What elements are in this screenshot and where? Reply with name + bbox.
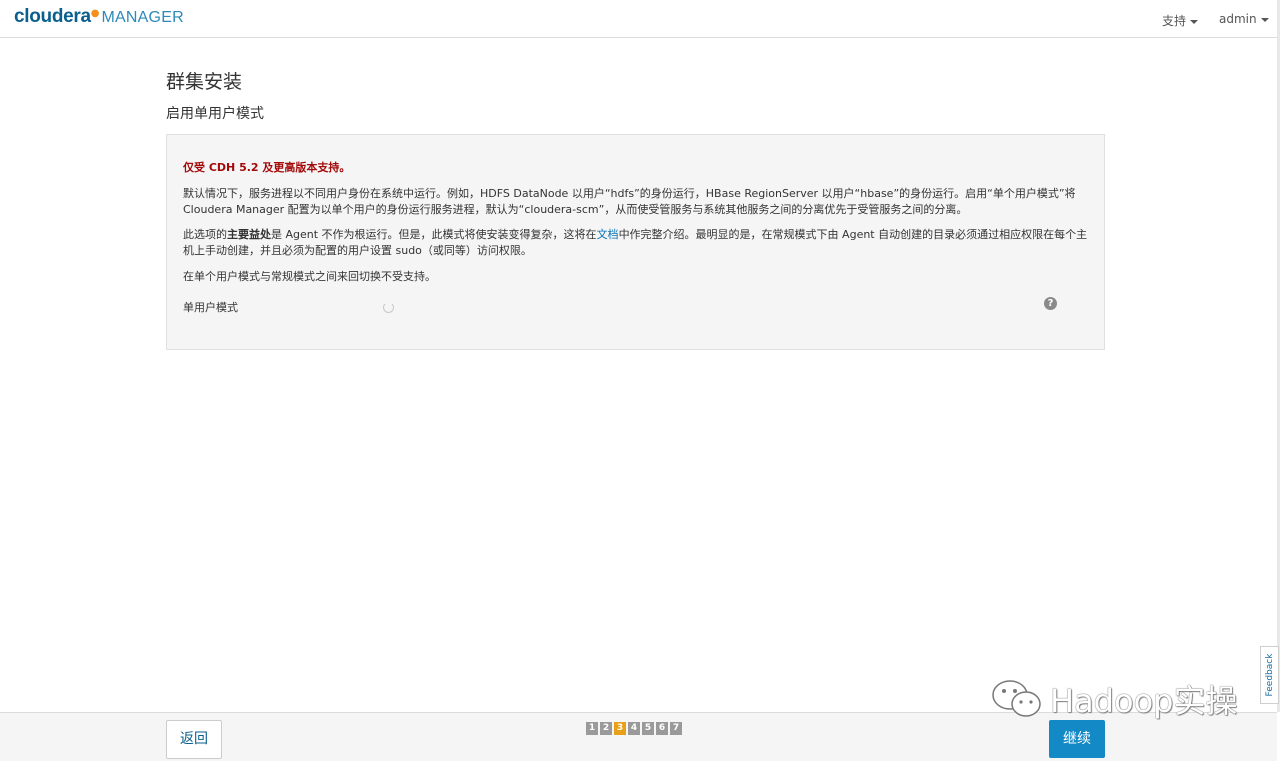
wizard-step-4[interactable]: 4 [628, 722, 640, 735]
benefit-mid: 是 Agent 不作为根运行。但是，此模式将使安装变得复杂，这将在 [271, 228, 597, 241]
wizard-step-1[interactable]: 1 [586, 722, 598, 735]
top-navbar: cloudera ● MANAGER 支持 admin [0, 0, 1277, 38]
watermark-text: Hadoop实操 [1050, 682, 1238, 720]
wizard-step-3[interactable]: 3 [614, 722, 626, 735]
back-button[interactable]: 返回 [166, 720, 222, 759]
page-subtitle: 启用单用户模式 [166, 106, 264, 122]
logo-text-secondary: MANAGER [101, 9, 184, 26]
continue-button[interactable]: 继续 [1049, 720, 1105, 758]
watermark: Hadoop实操 [990, 676, 1237, 722]
wechat-icon [990, 677, 1046, 721]
wizard-step-5[interactable]: 5 [642, 722, 654, 735]
help-icon[interactable]: ? [1044, 297, 1057, 310]
feedback-tab[interactable]: Feedback [1260, 646, 1279, 704]
wizard-steps: 1234567 [586, 722, 682, 735]
cloudera-manager-logo[interactable]: cloudera ● MANAGER [14, 6, 184, 28]
single-user-mode-label: 单用户模式 [183, 301, 238, 314]
chevron-down-icon [1260, 17, 1269, 22]
feedback-label: Feedback [1264, 653, 1275, 697]
documentation-link[interactable]: 文档 [597, 228, 619, 241]
page-title: 群集安装 [166, 71, 243, 93]
chevron-down-icon [1190, 19, 1199, 24]
wizard-step-6[interactable]: 6 [656, 722, 668, 735]
logo-dot-icon: ● [90, 8, 100, 19]
benefit-bold: 主要益处 [227, 228, 271, 241]
loading-spinner-icon [383, 302, 394, 313]
support-menu[interactable]: 支持 [1162, 12, 1199, 29]
user-menu-label: admin [1219, 12, 1257, 26]
wizard-step-7[interactable]: 7 [670, 722, 682, 735]
description-paragraph: 默认情况下，服务进程以不同用户身份在系统中运行。例如，HDFS DataNode… [183, 187, 1076, 216]
support-menu-label: 支持 [1162, 14, 1187, 28]
benefit-paragraph: 此选项的主要益处是 Agent 不作为根运行。但是，此模式将使安装变得复杂，这将… [183, 227, 1093, 259]
single-user-mode-panel: 仅受 CDH 5.2 及更高版本支持。 默认情况下，服务进程以不同用户身份在系统… [166, 134, 1105, 350]
benefit-prefix: 此选项的 [183, 228, 227, 241]
logo-text-primary: cloudera [14, 6, 91, 27]
version-warning: 仅受 CDH 5.2 及更高版本支持。 [183, 161, 351, 174]
user-menu[interactable]: admin [1219, 12, 1269, 26]
switch-note: 在单个用户模式与常规模式之间来回切换不受支持。 [183, 270, 436, 283]
wizard-step-2[interactable]: 2 [600, 722, 612, 735]
